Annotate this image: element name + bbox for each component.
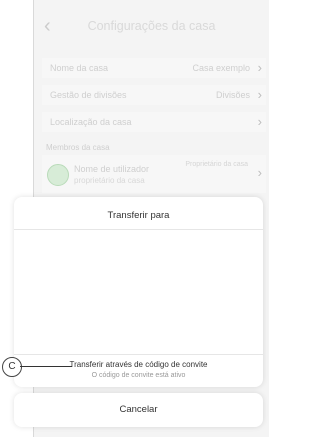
row-value: Casa exemplo [192,63,250,73]
cancel-button[interactable]: Cancelar [14,393,263,427]
chevron-right-icon: › [257,60,262,75]
row-value: Divisões [215,90,250,100]
chevron-right-icon: › [257,87,262,102]
nav-bar: ‹ Configurações da casa [34,14,269,40]
sheet-title: Transferir para [107,210,170,221]
row-label: Localização da casa [50,117,132,127]
page-title: Configurações da casa [87,19,216,33]
transfer-sheet: Transferir para Transferir através de có… [14,197,263,387]
row-label: Gestão de divisões [50,90,127,100]
chevron-right-icon: › [257,114,262,129]
callout-marker: C [2,357,22,377]
invite-code-option[interactable]: Transferir através de código de convite … [14,355,263,387]
member-name: Nome de utilizador [74,164,150,174]
member-badge: Proprietário da casa [185,161,248,168]
member-row[interactable]: Nome de utilizador proprietário da casa … [42,155,266,193]
avatar [47,164,69,186]
settings-row-location[interactable]: Localização da casa › [42,112,266,132]
settings-row-home-name[interactable]: Nome da casa Casa exemplo › [42,58,266,78]
chevron-right-icon: › [257,165,262,180]
row-label: Nome da casa [50,63,109,73]
callout-line [20,366,72,367]
invite-code-status: O código de convite está ativo [91,372,186,379]
divider [14,229,263,230]
section-label: Membros da casa [46,143,110,152]
member-subtitle: proprietário da casa [74,176,145,185]
invite-code-label: Transferir através de código de convite [69,360,208,369]
settings-row-rooms[interactable]: Gestão de divisões Divisões › [42,85,266,105]
